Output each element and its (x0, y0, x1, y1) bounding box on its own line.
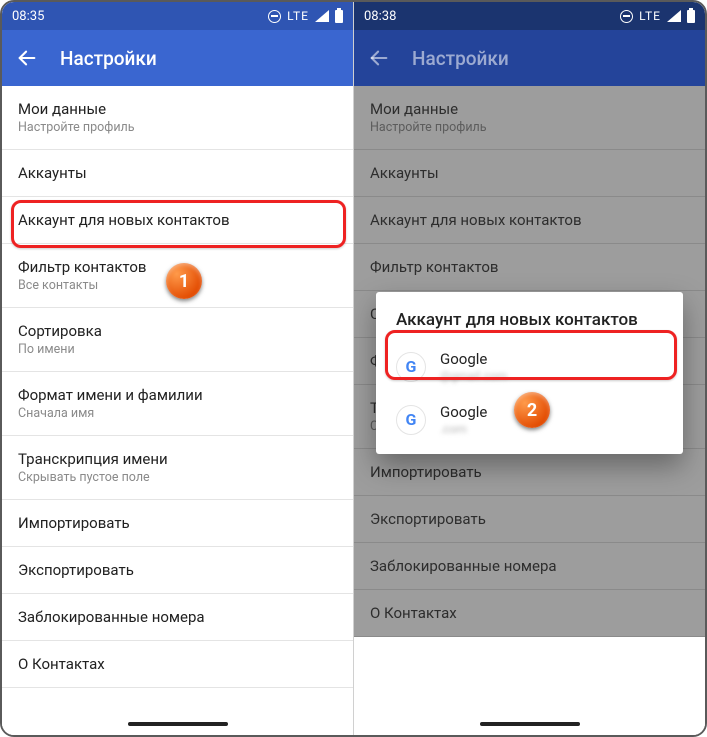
status-bar: 08:38 LTE (354, 2, 705, 30)
nav-bar (2, 713, 353, 735)
back-button[interactable] (368, 47, 390, 69)
marker-1: 1 (166, 263, 202, 299)
app-bar: Настройки (2, 30, 353, 86)
nav-bar (354, 713, 705, 735)
dnd-icon (620, 10, 633, 23)
network-label: LTE (287, 9, 309, 23)
back-button[interactable] (16, 47, 38, 69)
settings-list[interactable]: Мои данныеНастройте профиль Аккаунты Акк… (2, 86, 353, 713)
account-picker-dialog: Аккаунт для новых контактов G Google @gm… (376, 292, 683, 454)
status-bar: 08:35 LTE (2, 2, 353, 30)
page-title: Настройки (60, 47, 157, 70)
google-icon: G (396, 405, 426, 435)
row-sort[interactable]: СортировкаПо имени (2, 308, 353, 372)
row-export[interactable]: Экспортировать (2, 547, 353, 594)
phone-left: 08:35 LTE Настройки Мои данныеНастройте … (2, 2, 353, 735)
battery-icon (687, 10, 695, 23)
google-icon: G (396, 352, 426, 382)
row-my-data[interactable]: Мои данныеНастройте профиль (2, 86, 353, 150)
signal-icon (315, 10, 329, 22)
status-time: 08:38 (364, 9, 396, 24)
dialog-title: Аккаунт для новых контактов (376, 310, 683, 340)
row-blocked[interactable]: Заблокированные номера (2, 594, 353, 641)
signal-icon (667, 10, 681, 22)
network-label: LTE (639, 9, 661, 23)
status-time: 08:35 (12, 9, 44, 24)
page-title: Настройки (412, 47, 509, 70)
app-bar: Настройки (354, 30, 705, 86)
row-name-format[interactable]: Формат имени и фамилииСначала имя (2, 372, 353, 436)
account-option-1[interactable]: G Google @gmail.com (376, 340, 683, 393)
phone-right: 08:38 LTE Настройки Мои данныеНастройте … (354, 2, 705, 735)
comparison-frame: 08:35 LTE Настройки Мои данныеНастройте … (0, 0, 707, 737)
row-import[interactable]: Импортировать (2, 500, 353, 547)
marker-2: 2 (514, 392, 550, 428)
row-about[interactable]: О Контактах (2, 641, 353, 688)
dnd-icon (268, 10, 281, 23)
row-default-account[interactable]: Аккаунт для новых контактов (2, 197, 353, 244)
row-phonetic[interactable]: Транскрипция имениСкрывать пустое поле (2, 436, 353, 500)
battery-icon (335, 10, 343, 23)
row-accounts[interactable]: Аккаунты (2, 150, 353, 197)
